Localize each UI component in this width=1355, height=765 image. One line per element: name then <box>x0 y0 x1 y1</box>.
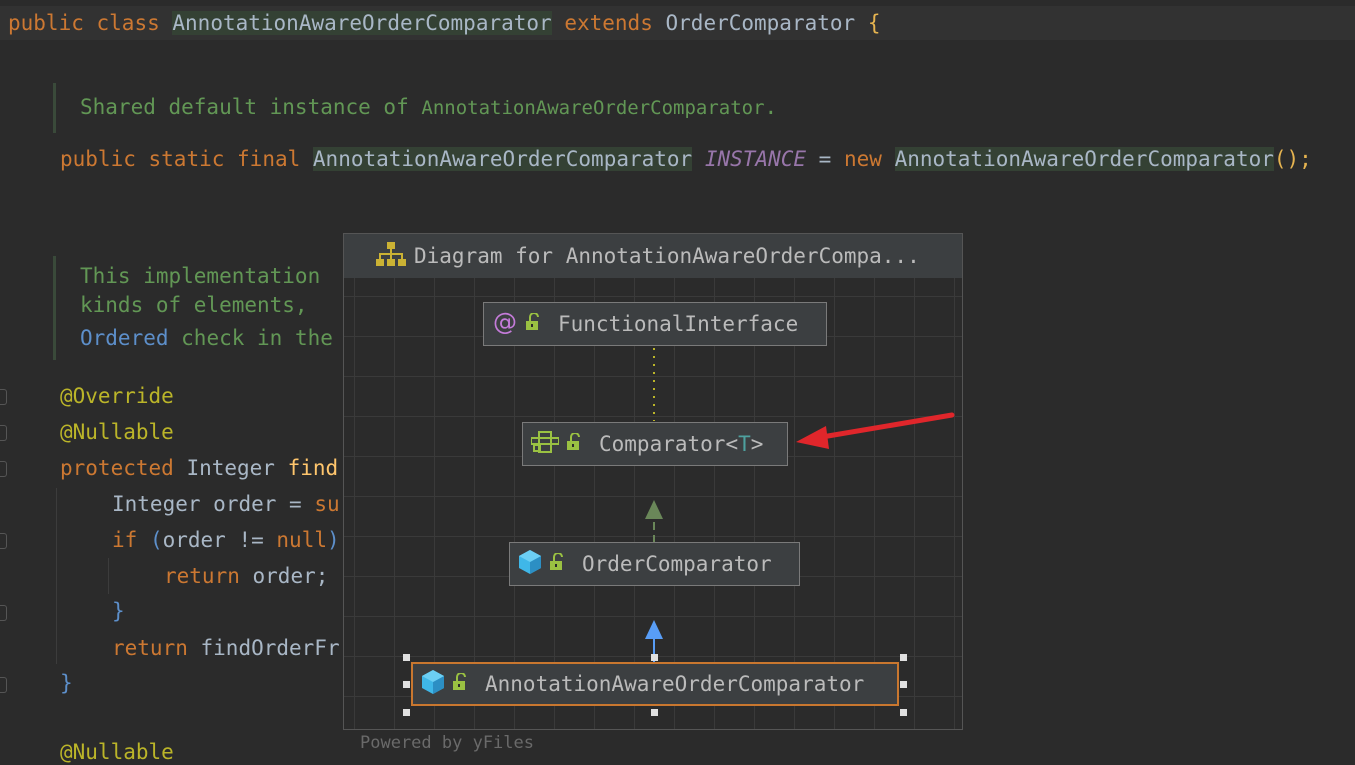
node-functional-interface[interactable]: @ FunctionalInterface <box>483 302 827 346</box>
instance-field: INSTANCE <box>704 147 807 171</box>
unlocked-icon <box>524 312 542 336</box>
indent-guide <box>56 488 57 664</box>
fold-marker[interactable] <box>0 677 7 693</box>
powered-by-label: Powered by yFiles <box>360 733 534 753</box>
code-line-order[interactable]: Integer order = su <box>112 491 340 517</box>
node-annotation-aware-order-comparator[interactable]: AnnotationAwareOrderComparator <box>411 662 899 706</box>
fold-marker[interactable] <box>0 605 7 621</box>
resize-handle[interactable] <box>403 654 410 661</box>
doc-comment-instance: Shared default instance of AnnotationAwa… <box>53 83 777 133</box>
doc-comment-implementation: This implementation kinds of elements, O… <box>53 256 333 360</box>
unlocked-icon <box>565 432 583 456</box>
class-declaration-line[interactable]: public class AnnotationAwareOrderCompara… <box>0 6 1355 40</box>
code-line-close-brace[interactable]: } <box>112 598 125 624</box>
popup-title: Diagram for AnnotationAwareOrderCompa... <box>414 244 920 268</box>
node-comparator[interactable]: Comparator<T> <box>522 422 788 466</box>
resize-handle[interactable] <box>651 654 658 661</box>
indent-guide <box>108 558 109 594</box>
code-line-return-order[interactable]: return order; <box>164 563 328 589</box>
fold-marker[interactable] <box>0 461 7 477</box>
class-name[interactable]: AnnotationAwareOrderComparator <box>172 11 552 35</box>
resize-handle[interactable] <box>403 681 410 688</box>
diagram-popup[interactable]: Diagram for AnnotationAwareOrderCompa...… <box>343 233 963 753</box>
resize-handle[interactable] <box>651 709 658 716</box>
annotation-icon: @ <box>492 308 518 340</box>
interface-icon <box>530 430 560 458</box>
hierarchy-icon <box>376 241 406 272</box>
next-annotation[interactable]: @Nullable <box>60 739 174 765</box>
resize-handle[interactable] <box>900 654 907 661</box>
class-icon <box>421 669 445 700</box>
code-line-method-close[interactable]: } <box>60 670 73 696</box>
method-signature-line[interactable]: protected Integer find <box>60 455 338 481</box>
implements-arrowhead <box>645 500 663 519</box>
code-line-if[interactable]: if (order != null) <box>112 527 340 553</box>
extends-arrowhead <box>645 620 663 639</box>
nullable-annotation[interactable]: @Nullable <box>60 419 174 445</box>
parent-class-name[interactable]: OrderComparator <box>666 11 856 35</box>
unlocked-icon <box>548 552 566 576</box>
instance-field-line[interactable]: public static final AnnotationAwareOrder… <box>60 144 1312 174</box>
resize-handle[interactable] <box>900 709 907 716</box>
resize-handle[interactable] <box>403 709 410 716</box>
svg-text:@: @ <box>493 309 517 335</box>
fold-marker[interactable] <box>0 389 7 405</box>
node-order-comparator[interactable]: OrderComparator <box>509 542 800 586</box>
resize-handle[interactable] <box>900 681 907 688</box>
code-line-return-find[interactable]: return findOrderFr <box>112 635 340 661</box>
popup-header[interactable]: Diagram for AnnotationAwareOrderCompa... <box>344 234 962 278</box>
fold-marker[interactable] <box>0 425 7 441</box>
class-icon <box>518 549 542 580</box>
override-annotation[interactable]: @Override <box>60 383 174 409</box>
fold-marker[interactable] <box>0 533 7 549</box>
unlocked-icon <box>451 672 469 696</box>
diagram-canvas[interactable]: Powered by yFiles @ FunctionalInterface … <box>344 278 962 753</box>
